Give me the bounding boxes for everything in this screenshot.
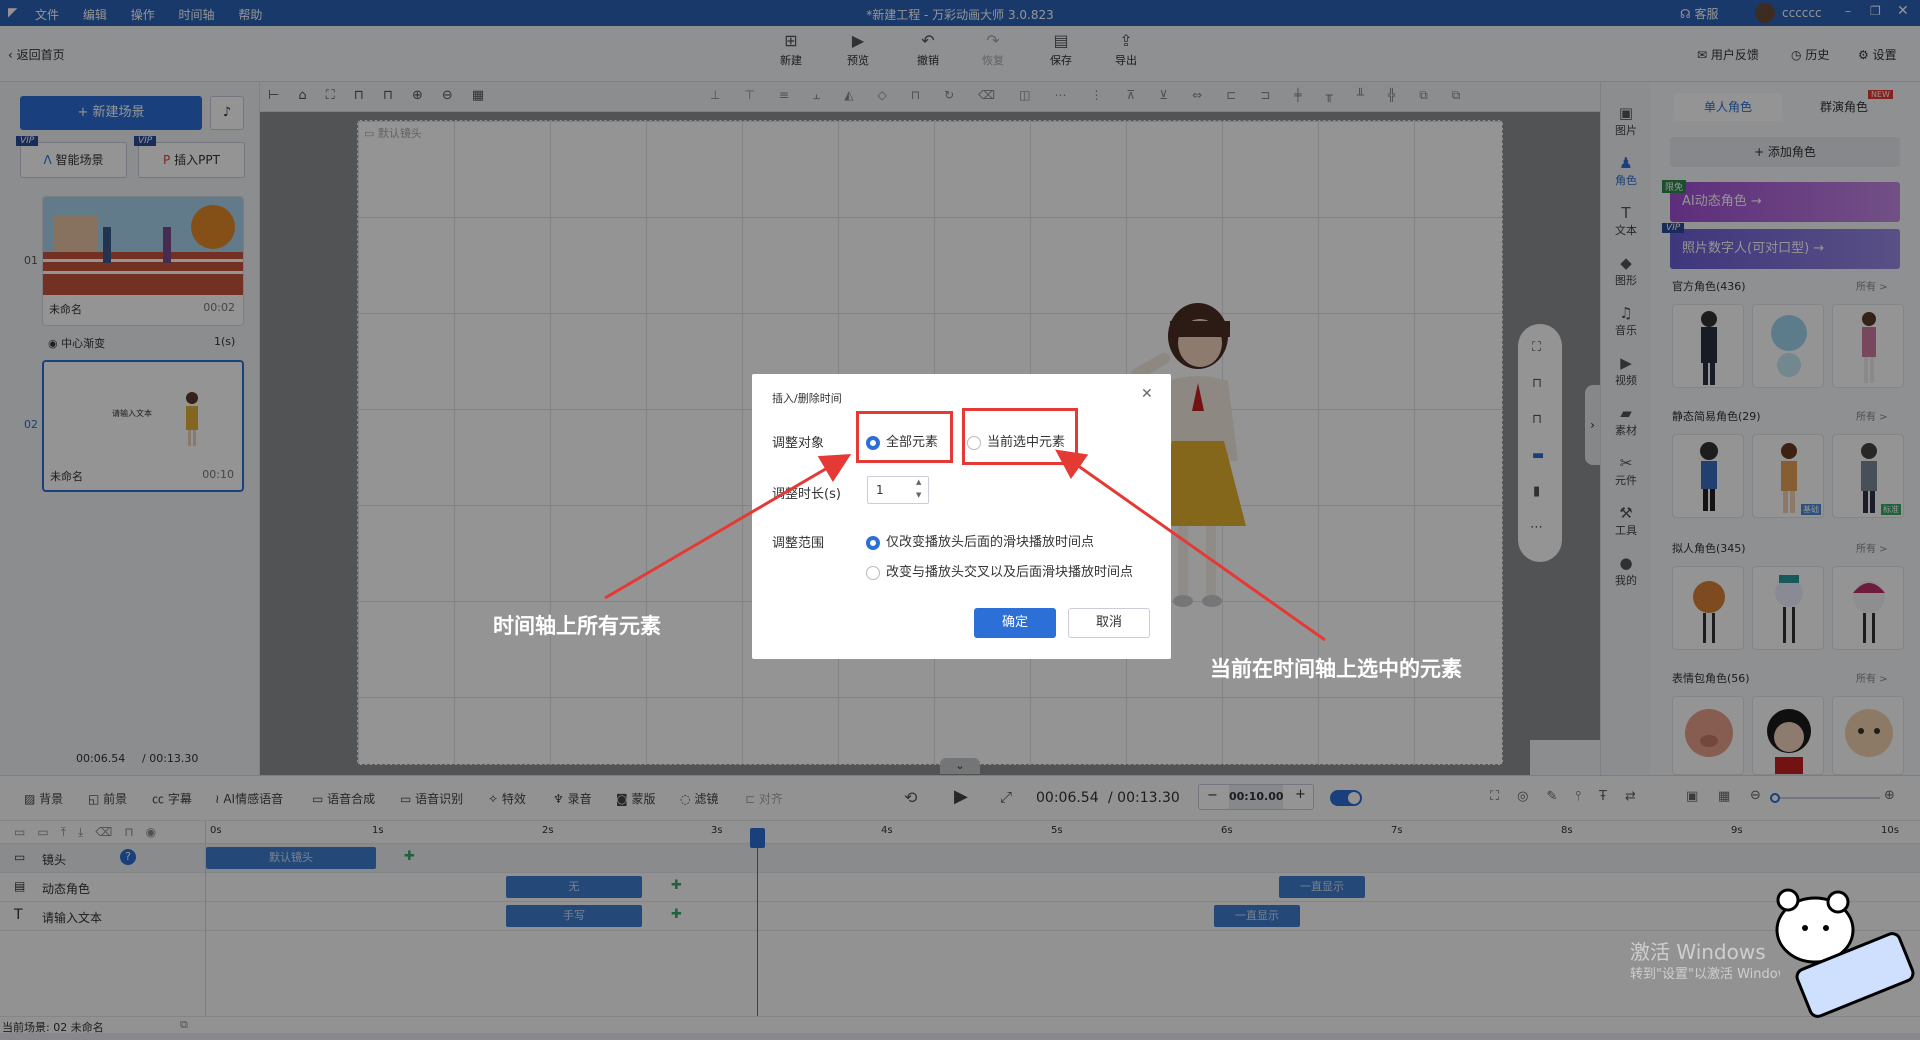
annotation-all-elements: 时间轴上所有元素: [493, 614, 661, 638]
mascot-bear-keyboard: [1775, 888, 1915, 1018]
annotation-selected-elements: 当前在时间轴上选中的元素: [1210, 657, 1462, 681]
activate-windows-subtitle: 转到"设置"以激活 Windows。: [1630, 967, 1780, 982]
activate-windows-title: 激活 Windows: [1630, 940, 1766, 964]
annotation-arrows: [604, 449, 1326, 642]
